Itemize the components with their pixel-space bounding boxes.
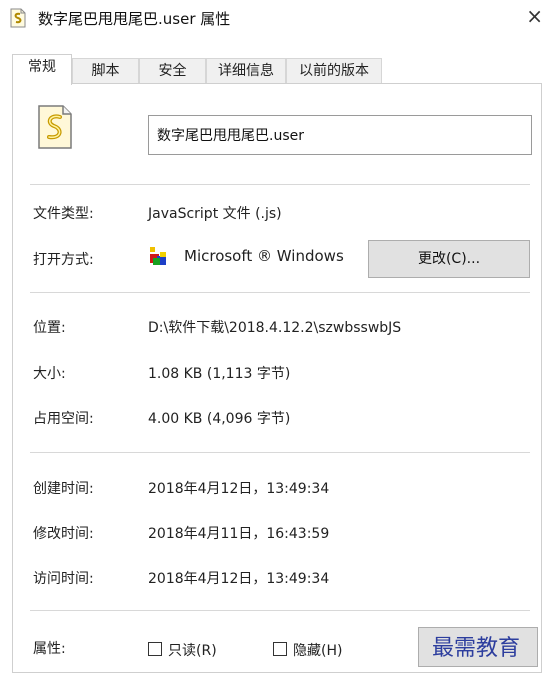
file-name-input[interactable] [148, 115, 532, 155]
close-icon[interactable]: × [526, 4, 543, 28]
file-type-label: 文件类型: [33, 206, 94, 222]
accessed-value: 2018年4月12日，13:49:34 [148, 571, 330, 587]
divider [30, 610, 530, 611]
divider [30, 292, 530, 293]
location-value: D:\软件下载\2018.4.12.2\szwbsswbJS [148, 320, 402, 336]
tab-general[interactable]: 常规 [12, 54, 72, 85]
modified-value: 2018年4月11日，16:43:59 [148, 526, 330, 542]
opens-with-label: 打开方式: [33, 252, 94, 268]
size-value: 1.08 KB (1,113 字节) [148, 366, 291, 382]
divider [30, 184, 530, 185]
modified-label: 修改时间: [33, 526, 94, 542]
size-label: 大小: [33, 366, 66, 382]
created-label: 创建时间: [33, 481, 94, 497]
readonly-checkbox-box[interactable] [148, 642, 162, 656]
readonly-label: 只读(R) [168, 643, 217, 659]
tab-script[interactable]: 脚本 [72, 58, 139, 84]
opens-with-value: Microsoft ® Windows [184, 247, 344, 265]
created-value: 2018年4月12日，13:49:34 [148, 481, 330, 497]
window-title: 数字尾巴甩甩尾巴.user 属性 [38, 10, 231, 28]
watermark: 最需教育 [432, 636, 521, 661]
size-on-disk-label: 占用空间: [33, 411, 94, 427]
attributes-label: 属性: [33, 641, 66, 657]
file-type-value: JavaScript 文件 (.js) [148, 206, 282, 222]
script-file-icon [10, 8, 26, 28]
hidden-checkbox-box[interactable] [273, 642, 287, 656]
tab-previous-versions[interactable]: 以前的版本 [286, 58, 382, 84]
size-on-disk-value: 4.00 KB (4,096 字节) [148, 411, 291, 427]
title-bar: 数字尾巴甩甩尾巴.user 属性 × [0, 0, 553, 36]
tab-security[interactable]: 安全 [139, 58, 206, 84]
location-label: 位置: [33, 320, 66, 336]
change-button[interactable]: 更改(C)... [368, 240, 530, 278]
hidden-label: 隐藏(H) [293, 643, 343, 659]
script-file-icon [38, 105, 72, 149]
tab-details[interactable]: 详细信息 [206, 58, 286, 84]
windows-script-host-icon [150, 247, 166, 265]
accessed-label: 访问时间: [33, 571, 94, 587]
divider [30, 452, 530, 453]
